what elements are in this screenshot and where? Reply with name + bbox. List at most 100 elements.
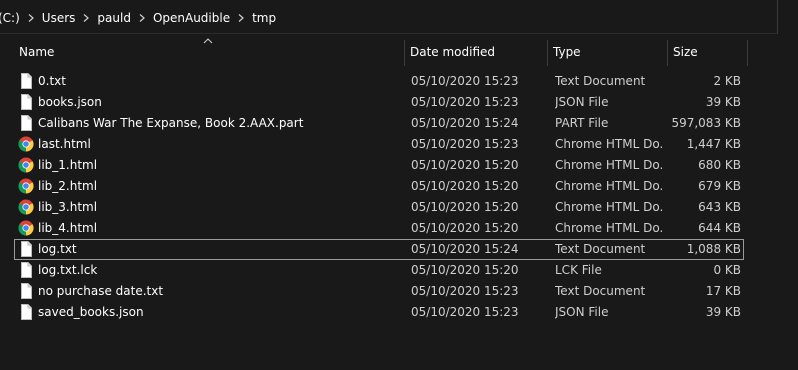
file-name: lib_3.html (38, 200, 98, 214)
file-size: 1,088 KB (686, 242, 741, 256)
file-name: saved_books.json (38, 305, 144, 319)
file-name-cell[interactable]: log.txt.lck (15, 261, 405, 280)
file-row[interactable]: saved_books.json 05/10/2020 15:23 JSON Fil… (14, 302, 744, 323)
file-size: 643 KB (698, 200, 741, 214)
file-type: JSON File (555, 95, 609, 109)
breadcrumb-drive[interactable]: (C:) (0, 10, 24, 26)
file-name-cell[interactable]: Calibans War The Expanse, Book 2.AAX.par… (15, 114, 405, 133)
file-type: Chrome HTML Do... (555, 200, 662, 214)
file-name: lib_1.html (38, 158, 98, 172)
file-row[interactable]: lib_1.html 05/10/2020 15:20 Chrome HTML Do… (14, 155, 744, 176)
column-header-type[interactable]: Type (548, 36, 668, 66)
breadcrumb: (C:) Users pauld OpenAudible tmp (0, 10, 280, 26)
file-type: Chrome HTML Do... (555, 158, 662, 172)
column-header-name[interactable]: Name (14, 36, 405, 66)
file-date-modified: 05/10/2020 15:20 (411, 179, 519, 193)
document-icon (18, 73, 34, 89)
file-name-cell[interactable]: no purchase date.txt (15, 282, 405, 301)
file-type: Text Document (555, 284, 646, 298)
chevron-right-icon[interactable] (79, 10, 93, 26)
file-row[interactable]: log.txt 05/10/2020 15:24 Text Document 1,08… (14, 239, 744, 260)
document-icon (18, 94, 34, 110)
document-icon (18, 304, 34, 320)
file-type: Text Document (555, 74, 646, 88)
file-row[interactable]: log.txt.lck 05/10/2020 15:20 LCK File 0 KB (14, 260, 744, 281)
file-name: last.html (38, 137, 91, 151)
file-type: Chrome HTML Do... (555, 221, 662, 235)
chrome-icon (18, 220, 34, 236)
file-name: Calibans War The Expanse, Book 2.AAX.par… (38, 116, 304, 130)
file-name-cell[interactable]: last.html (15, 135, 405, 154)
file-row[interactable]: no purchase date.txt 05/10/2020 15:23 Text… (14, 281, 744, 302)
breadcrumb-users[interactable]: Users (38, 10, 80, 26)
column-header-type-label: Type (553, 45, 581, 59)
file-type: JSON File (555, 305, 609, 319)
file-name-cell[interactable]: lib_4.html (15, 219, 405, 238)
file-row[interactable]: 0.txt 05/10/2020 15:23 Text Document 2 KB (14, 71, 744, 92)
file-row[interactable]: last.html 05/10/2020 15:23 Chrome HTML Do.… (14, 134, 744, 155)
chrome-icon (18, 157, 34, 173)
file-size: 39 KB (705, 95, 741, 109)
file-date-modified: 05/10/2020 15:23 (411, 284, 519, 298)
file-size: 2 KB (713, 74, 741, 88)
file-name-cell[interactable]: lib_2.html (15, 177, 405, 196)
chevron-right-icon[interactable] (24, 10, 38, 26)
file-name-cell[interactable]: lib_3.html (15, 198, 405, 217)
file-row[interactable]: Calibans War The Expanse, Book 2.AAX.par… (14, 113, 744, 134)
document-icon (18, 115, 34, 131)
file-size: 17 KB (705, 284, 741, 298)
file-name: books.json (38, 95, 102, 109)
breadcrumb-pauld[interactable]: pauld (93, 10, 135, 26)
file-date-modified: 05/10/2020 15:23 (411, 305, 519, 319)
file-name: log.txt.lck (38, 263, 98, 277)
file-name: 0.txt (38, 74, 66, 88)
file-name: no purchase date.txt (38, 284, 164, 298)
file-size: 680 KB (698, 158, 741, 172)
file-date-modified: 05/10/2020 15:24 (411, 116, 519, 130)
file-name-cell[interactable]: saved_books.json (15, 303, 405, 322)
file-row[interactable]: lib_3.html 05/10/2020 15:20 Chrome HTML Do… (14, 197, 744, 218)
file-size: 1,447 KB (686, 137, 741, 151)
file-name: log.txt (38, 242, 77, 256)
file-size: 679 KB (698, 179, 741, 193)
file-type: Text Document (555, 242, 646, 256)
file-type: Chrome HTML Do... (555, 137, 662, 151)
column-header-date[interactable]: Date modified (405, 36, 548, 66)
breadcrumb-tmp[interactable]: tmp (248, 10, 280, 26)
file-row[interactable]: books.json 05/10/2020 15:23 JSON File 39 KB (14, 92, 744, 113)
chevron-right-icon[interactable] (135, 10, 149, 26)
file-date-modified: 05/10/2020 15:23 (411, 137, 519, 151)
file-type: PART File (555, 116, 609, 130)
file-name-cell[interactable]: books.json (15, 93, 405, 112)
file-name: lib_4.html (38, 221, 98, 235)
address-bar[interactable]: (C:) Users pauld OpenAudible tmp (0, 0, 778, 34)
file-size: 597,083 KB (671, 116, 741, 130)
file-date-modified: 05/10/2020 15:23 (411, 95, 519, 109)
file-type: LCK File (555, 263, 602, 277)
chevron-right-icon[interactable] (234, 10, 248, 26)
column-divider[interactable] (747, 40, 748, 66)
breadcrumb-openaudible[interactable]: OpenAudible (149, 10, 234, 26)
file-explorer-window: (C:) Users pauld OpenAudible tmp Name Da… (0, 0, 798, 370)
column-header-name-label: Name (19, 45, 55, 59)
column-header-size[interactable]: Size (668, 36, 748, 66)
file-date-modified: 05/10/2020 15:20 (411, 200, 519, 214)
chrome-icon (18, 136, 34, 152)
file-size: 0 KB (713, 263, 741, 277)
file-name: lib_2.html (38, 179, 98, 193)
file-name-cell[interactable]: log.txt (15, 240, 405, 259)
file-date-modified: 05/10/2020 15:20 (411, 221, 519, 235)
file-name-cell[interactable]: 0.txt (15, 72, 405, 91)
column-header-size-label: Size (673, 45, 698, 59)
file-date-modified: 05/10/2020 15:23 (411, 74, 519, 88)
document-icon (18, 262, 34, 278)
chrome-icon (18, 178, 34, 194)
file-size: 644 KB (698, 221, 741, 235)
chrome-icon (18, 199, 34, 215)
file-name-cell[interactable]: lib_1.html (15, 156, 405, 175)
file-row[interactable]: lib_4.html 05/10/2020 15:20 Chrome HTML Do… (14, 218, 744, 239)
file-date-modified: 05/10/2020 15:20 (411, 158, 519, 172)
file-row[interactable]: lib_2.html 05/10/2020 15:20 Chrome HTML Do… (14, 176, 744, 197)
column-headers: Name Date modified Type Size (0, 36, 798, 66)
file-size: 39 KB (705, 305, 741, 319)
